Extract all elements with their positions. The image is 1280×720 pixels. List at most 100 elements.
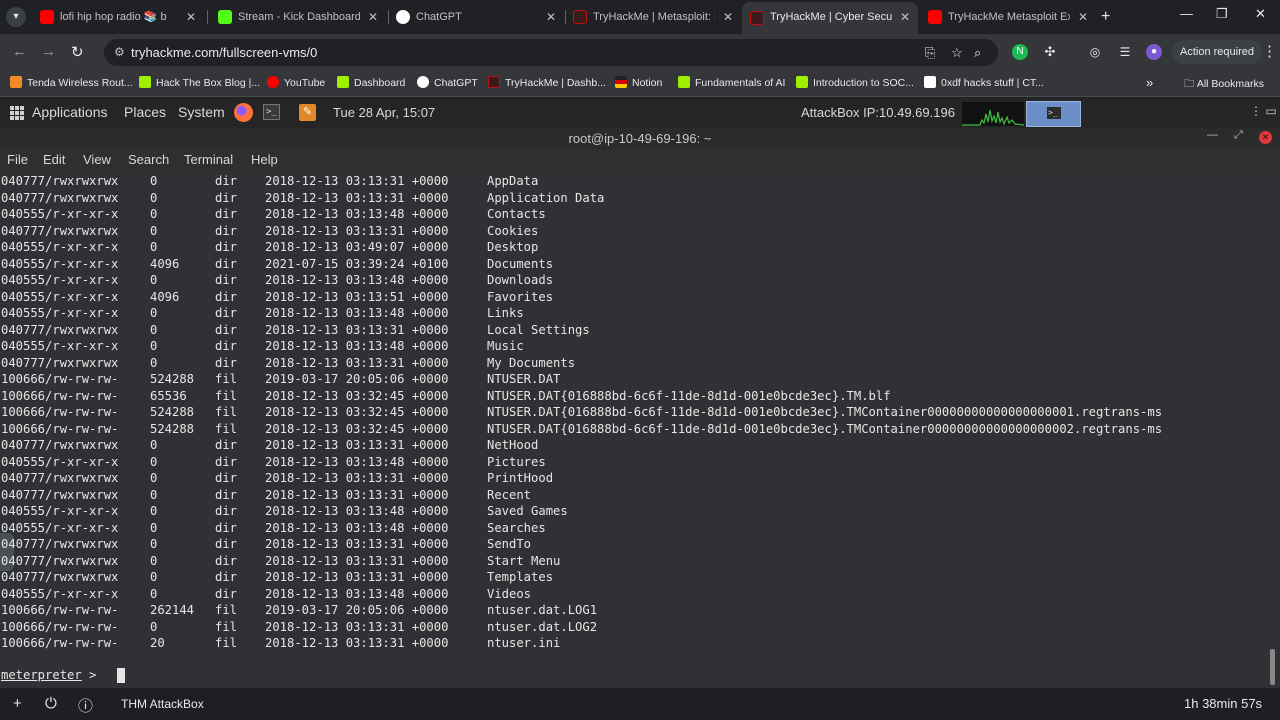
- bookmark-star-icon[interactable]: ☆: [951, 45, 963, 61]
- power-icon[interactable]: ⏻: [45, 695, 57, 712]
- tab-thm-metasploit[interactable]: TryHackMe | Metasploit: Ex ✕: [565, 4, 741, 30]
- 0xdf-favicon-icon: [924, 76, 936, 88]
- name-cell: Saved Games: [487, 504, 568, 518]
- date-cell: 2018-12-13 03:13:48 +0000: [265, 454, 449, 469]
- date-cell: 2018-12-13 03:13:31 +0000: [265, 322, 449, 337]
- menu-file[interactable]: File: [7, 152, 28, 167]
- bookmark-item[interactable]: Tenda Wireless Rout...: [10, 76, 133, 89]
- tab-kick[interactable]: Stream - Kick Dashboard ✕: [210, 4, 386, 30]
- system-menu[interactable]: System: [178, 104, 225, 120]
- type-cell: dir: [215, 487, 238, 502]
- site-info-icon[interactable]: ⚙: [114, 45, 125, 59]
- attackbox-label: THM AttackBox: [121, 697, 204, 711]
- tab-search-chevron-icon[interactable]: ▾: [6, 7, 26, 27]
- info-icon[interactable]: ⓘ: [78, 695, 93, 716]
- type-cell: dir: [215, 471, 238, 485]
- terminal-output[interactable]: meterpreter > 040777/rwxrwxrwx 0 dir 2018-1…: [0, 171, 1280, 688]
- mode-cell: 040777/rwxrwxrwx: [1, 471, 119, 485]
- bookmark-item[interactable]: ChatGPT: [417, 76, 478, 89]
- close-tab-icon[interactable]: ✕: [723, 4, 733, 30]
- minimize-window-icon[interactable]: —: [1180, 6, 1193, 21]
- add-plus-icon[interactable]: +: [13, 695, 22, 712]
- date-cell: 2018-12-13 03:32:45 +0000: [265, 421, 449, 436]
- mode-cell: 040777/rwxrwxrwx: [1, 553, 119, 568]
- bookmark-item[interactable]: 0xdf hacks stuff | CT...: [924, 76, 1044, 89]
- applications-menu[interactable]: Applications: [32, 104, 108, 120]
- firefox-icon[interactable]: [234, 103, 253, 122]
- type-cell: fil: [215, 388, 238, 403]
- reload-icon[interactable]: ↻: [71, 43, 84, 61]
- type-cell: dir: [215, 273, 238, 287]
- bookmark-item[interactable]: Hack The Box Blog |...: [139, 76, 260, 89]
- extensions-puzzle-icon[interactable]: ✣: [1042, 44, 1058, 60]
- bookmark-label: YouTube: [284, 77, 326, 89]
- terminal-minimize-icon[interactable]: —: [1207, 129, 1218, 141]
- terminal-maximize-icon[interactable]: ⤢: [1234, 129, 1243, 142]
- text-editor-icon[interactable]: ✎: [299, 104, 316, 121]
- bookmark-item[interactable]: Fundamentals of AI: [678, 76, 785, 89]
- tab-thm-cyber-security[interactable]: TryHackMe | Cyber Security ✕: [742, 2, 918, 34]
- close-tab-icon[interactable]: ✕: [1078, 4, 1088, 30]
- terminal-taskbar-button[interactable]: >_: [1026, 101, 1081, 127]
- date-cell: 2018-12-13 03:13:31 +0000: [265, 223, 449, 238]
- close-tab-icon[interactable]: ✕: [186, 4, 196, 30]
- name-cell: ntuser.dat.LOG2: [487, 619, 598, 634]
- terminal-scrollbar[interactable]: [1270, 649, 1275, 685]
- bookmark-item[interactable]: YouTube: [267, 76, 325, 89]
- network-activity-graph: [962, 102, 1025, 126]
- panel-tray-icons[interactable]: ⋮ ▭: [1250, 104, 1277, 118]
- session-timer: 1h 38min 57s: [1184, 696, 1263, 711]
- address-bar[interactable]: ⚙ tryhackme.com/fullscreen-vms/0 ⎘ ☆ ⌕: [104, 39, 998, 66]
- bookmark-label: Hack The Box Blog |...: [156, 77, 261, 89]
- bookmark-label: ChatGPT: [434, 77, 478, 89]
- chatgpt-favicon-icon: [417, 76, 429, 88]
- restore-window-icon[interactable]: ❐: [1216, 6, 1228, 22]
- install-app-icon[interactable]: ⎘: [925, 45, 935, 61]
- zoom-icon[interactable]: ⌕: [974, 45, 981, 61]
- size-cell: 20: [150, 636, 165, 650]
- all-bookmarks[interactable]: 🗀 All Bookmarks: [1184, 76, 1264, 94]
- bookmark-item[interactable]: Introduction to SOC...: [796, 76, 914, 89]
- terminal-launcher-icon[interactable]: >_: [263, 104, 280, 120]
- tab-thm-metasploit-exp[interactable]: TryHackMe Metasploit Exp ✕: [920, 4, 1096, 30]
- mode-cell: 100666/rw-rw-rw-: [1, 619, 119, 634]
- panel-clock[interactable]: Tue 28 Apr, 15:07: [333, 105, 435, 120]
- date-cell: 2019-03-17 20:05:06 +0000: [265, 372, 449, 386]
- media-controls-icon[interactable]: ☰: [1117, 44, 1133, 60]
- size-cell: 0: [150, 537, 158, 551]
- menu-view[interactable]: View: [83, 152, 111, 167]
- tab-lofi[interactable]: lofi hip hop radio 📚 b ✕: [32, 4, 204, 30]
- mode-cell: 040777/rwxrwxrwx: [1, 190, 119, 205]
- terminal-close-icon[interactable]: ✕: [1259, 131, 1272, 144]
- back-arrow-icon[interactable]: ←: [12, 43, 27, 60]
- close-tab-icon[interactable]: ✕: [546, 4, 556, 30]
- close-window-icon[interactable]: ✕: [1255, 6, 1266, 22]
- tab-chatgpt[interactable]: ChatGPT ✕: [388, 4, 564, 30]
- extension-n-icon[interactable]: N: [1012, 44, 1028, 60]
- close-tab-icon[interactable]: ✕: [900, 2, 910, 32]
- action-required-button[interactable]: Action required: [1172, 40, 1262, 64]
- bookmark-item[interactable]: Notion: [615, 76, 662, 89]
- type-cell: dir: [215, 339, 238, 353]
- mode-cell: 040777/rwxrwxrwx: [1, 322, 119, 337]
- performance-icon[interactable]: ◎: [1087, 44, 1103, 60]
- date-cell: 2021-07-15 03:39:24 +0100: [265, 256, 449, 271]
- places-menu[interactable]: Places: [124, 104, 166, 120]
- menu-kebab-icon[interactable]: ⋮: [1262, 42, 1277, 60]
- bookmark-item[interactable]: TryHackMe | Dashb...: [488, 76, 606, 89]
- more-bookmarks-chevron-icon[interactable]: »: [1146, 75, 1153, 90]
- menu-edit[interactable]: Edit: [43, 152, 65, 167]
- new-tab-plus-icon[interactable]: +: [1101, 8, 1110, 26]
- profile-avatar[interactable]: ●: [1146, 44, 1162, 60]
- bookmark-item[interactable]: Dashboard: [337, 76, 405, 89]
- menu-search[interactable]: Search: [128, 152, 169, 167]
- address-url[interactable]: tryhackme.com/fullscreen-vms/0: [131, 45, 317, 60]
- menu-help[interactable]: Help: [251, 152, 278, 167]
- name-cell: Local Settings: [487, 322, 590, 337]
- forward-arrow-icon[interactable]: →: [41, 43, 56, 60]
- close-tab-icon[interactable]: ✕: [368, 4, 378, 30]
- size-cell: 0: [150, 553, 158, 568]
- menu-terminal[interactable]: Terminal: [184, 152, 233, 167]
- size-cell: 524288: [150, 421, 195, 436]
- app-grid-icon[interactable]: [10, 106, 24, 120]
